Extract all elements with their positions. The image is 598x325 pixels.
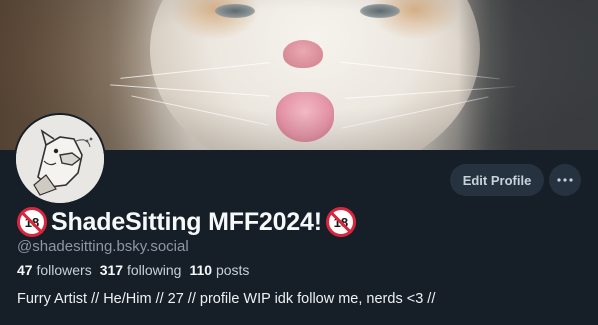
following-label: following [126,262,182,278]
profile-stats: 47 followers 317 following 110 posts [17,262,249,278]
more-options-button[interactable] [549,164,581,196]
followers-count: 47 [17,262,33,278]
following-link[interactable]: 317 following [100,262,182,278]
posts-label: posts [215,262,250,278]
posts-count: 110 [189,262,213,278]
profile-bio: Furry Artist // He/Him // 27 // profile … [17,291,436,307]
avatar[interactable] [14,113,106,205]
posts-stat: 110 posts [189,262,249,278]
no-under-18-icon: 18 [325,207,356,237]
edit-profile-button[interactable]: Edit Profile [450,164,544,196]
followers-link[interactable]: 47 followers [17,262,92,278]
profile-handle: @shadesitting.bsky.social [17,238,189,255]
ellipsis-icon [557,178,573,182]
display-name: ShadeSitting MFF2024! [51,207,322,236]
sketch-avatar-image [16,115,104,203]
no-under-18-icon: 18 [17,207,47,237]
following-count: 317 [99,262,124,278]
followers-label: followers [36,262,92,278]
display-name-row: 18 ShadeSitting MFF2024! 18 [17,204,356,240]
